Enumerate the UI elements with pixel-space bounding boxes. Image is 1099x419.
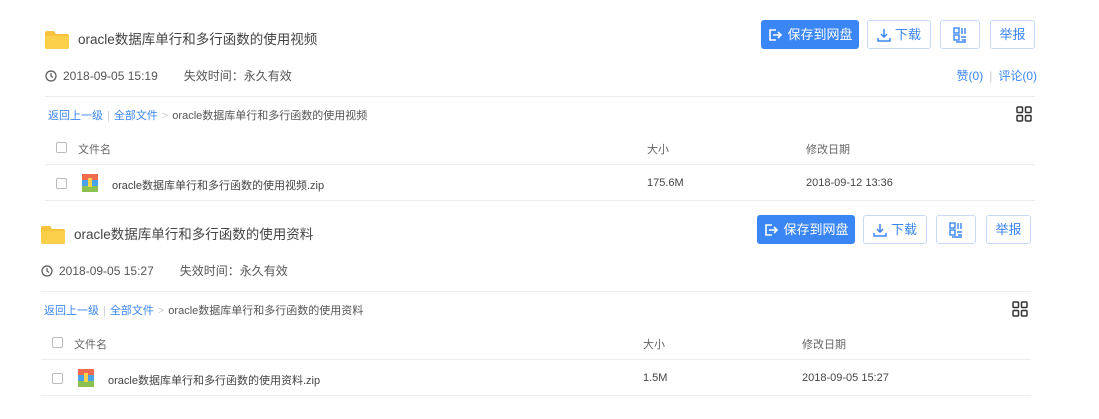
qr-code-button[interactable] (940, 20, 980, 49)
breadcrumb-back[interactable]: 返回上一级 (48, 110, 103, 122)
share-panel-2: oracle数据库单行和多行函数的使用资料 保存到网盘 下载 举报 2018-0… (0, 195, 1095, 400)
report-button-label: 举报 (995, 222, 1022, 237)
like-link[interactable]: 赞(0) (957, 69, 984, 83)
share-meta: 2018-09-05 15:27 失效时间：永久有效 (41, 262, 288, 279)
download-icon (877, 28, 891, 42)
breadcrumb: 返回上一级 | 全部文件 > oracle数据库单行和多行函数的使用资料 (44, 305, 364, 317)
folder-icon (41, 226, 65, 244)
save-to-netdisk-button[interactable]: 保存到网盘 (761, 20, 859, 49)
comment-link[interactable]: 评论(0) (998, 69, 1037, 83)
breadcrumb-back[interactable]: 返回上一级 (44, 305, 99, 317)
column-header-date: 修改日期 (806, 144, 850, 156)
column-header-size: 大小 (647, 144, 669, 156)
download-button-label: 下载 (894, 27, 921, 42)
report-button-label: 举报 (999, 27, 1026, 42)
download-icon (873, 223, 887, 237)
column-header-name: 文件名 (74, 339, 107, 351)
share-panel-1: oracle数据库单行和多行函数的使用视频 保存到网盘 下载 举报 2018-0… (0, 0, 1099, 205)
report-button[interactable]: 举报 (986, 215, 1031, 244)
download-button[interactable]: 下载 (867, 20, 931, 49)
table-header-divider (41, 359, 1031, 360)
select-all-checkbox[interactable] (52, 337, 63, 348)
expire-text: 失效时间：永久有效 (179, 264, 288, 278)
zip-file-icon (78, 369, 94, 387)
share-meta: 2018-09-05 15:19 失效时间：永久有效 (45, 67, 292, 84)
save-to-netdisk-button[interactable]: 保存到网盘 (757, 215, 855, 244)
save-button-label: 保存到网盘 (787, 27, 853, 42)
qr-icon (953, 26, 966, 43)
grid-view-icon[interactable] (1012, 301, 1028, 317)
save-icon (765, 223, 779, 236)
expire-text: 失效时间：永久有效 (183, 69, 292, 83)
share-title: oracle数据库单行和多行函数的使用视频 (78, 32, 318, 47)
column-header-date: 修改日期 (802, 339, 846, 351)
folder-icon (45, 31, 69, 49)
column-header-name: 文件名 (78, 144, 111, 156)
clock-icon (41, 264, 53, 277)
save-icon (769, 28, 783, 41)
share-title: oracle数据库单行和多行函数的使用资料 (74, 227, 314, 242)
share-date: 2018-09-05 15:19 (63, 68, 158, 83)
table-header-divider (45, 164, 1035, 165)
clock-icon (45, 69, 57, 82)
file-size: 175.6M (647, 177, 684, 189)
likes-comments: 赞(0) | 评论(0) (956, 69, 1037, 83)
download-button[interactable]: 下载 (863, 215, 927, 244)
zip-file-icon (82, 174, 98, 192)
breadcrumb-current: oracle数据库单行和多行函数的使用资料 (168, 305, 364, 317)
breadcrumb: 返回上一级 | 全部文件 > oracle数据库单行和多行函数的使用视频 (48, 110, 368, 122)
grid-view-icon[interactable] (1016, 106, 1032, 122)
breadcrumb-current: oracle数据库单行和多行函数的使用视频 (172, 110, 368, 122)
file-date: 2018-09-05 15:27 (802, 372, 889, 384)
divider (41, 291, 1031, 292)
divider (45, 96, 1035, 97)
file-date: 2018-09-12 13:36 (806, 177, 893, 189)
report-button[interactable]: 举报 (990, 20, 1035, 49)
save-button-label: 保存到网盘 (783, 222, 849, 237)
row-checkbox[interactable] (52, 373, 63, 384)
breadcrumb-all-files[interactable]: 全部文件 (110, 305, 154, 317)
share-date: 2018-09-05 15:27 (59, 263, 154, 278)
qr-code-button[interactable] (936, 215, 976, 244)
breadcrumb-all-files[interactable]: 全部文件 (114, 110, 158, 122)
row-checkbox[interactable] (56, 178, 67, 189)
file-name[interactable]: oracle数据库单行和多行函数的使用视频.zip (112, 177, 324, 193)
file-size: 1.5M (643, 372, 668, 384)
download-button-label: 下载 (890, 222, 917, 237)
file-name[interactable]: oracle数据库单行和多行函数的使用资料.zip (108, 372, 320, 388)
qr-icon (949, 221, 962, 238)
row-divider (41, 395, 1031, 396)
column-header-size: 大小 (643, 339, 665, 351)
select-all-checkbox[interactable] (56, 142, 67, 153)
